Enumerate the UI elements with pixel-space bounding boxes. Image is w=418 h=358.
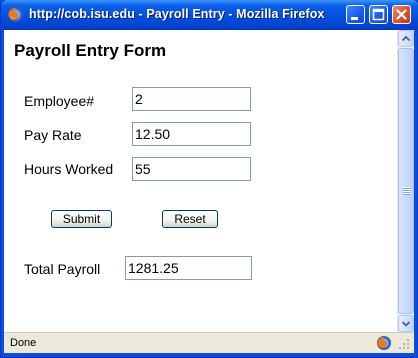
total-payroll-label: Total Payroll xyxy=(24,261,101,277)
firefox-status-icon xyxy=(376,335,392,351)
window-title: http://cob.isu.edu - Payroll Entry - Moz… xyxy=(29,7,325,21)
employee-label: Employee# xyxy=(24,93,95,109)
close-button[interactable] xyxy=(392,5,411,24)
status-text: Done xyxy=(10,337,37,349)
scroll-thumb[interactable] xyxy=(398,48,414,314)
submit-button[interactable]: Submit xyxy=(51,210,112,228)
browser-window: http://cob.isu.edu - Payroll Entry - Moz… xyxy=(0,0,418,358)
payrate-label: Pay Rate xyxy=(24,127,82,143)
title-bar[interactable]: http://cob.isu.edu - Payroll Entry - Moz… xyxy=(1,0,418,30)
reset-button[interactable]: Reset xyxy=(162,210,218,228)
minimize-button[interactable] xyxy=(346,5,365,24)
vertical-scrollbar[interactable] xyxy=(397,30,414,332)
grip-icon xyxy=(403,187,410,195)
chevron-down-icon xyxy=(401,321,411,327)
firefox-icon xyxy=(8,7,23,22)
status-bar: Done xyxy=(4,332,414,353)
resize-grip-icon[interactable] xyxy=(398,338,410,350)
maximize-button[interactable] xyxy=(369,5,388,24)
total-payroll-field[interactable]: 1281.25 xyxy=(125,256,252,280)
hours-worked-label: Hours Worked xyxy=(24,161,114,177)
scroll-up-button[interactable] xyxy=(398,30,414,47)
close-icon xyxy=(396,9,407,20)
hours-worked-field[interactable]: 55 xyxy=(132,157,251,181)
page-content: Payroll Entry Form Employee# 2 Pay Rate … xyxy=(4,30,397,332)
maximize-icon xyxy=(372,8,385,21)
scroll-down-button[interactable] xyxy=(398,315,414,332)
form-heading: Payroll Entry Form xyxy=(14,41,167,60)
payrate-field[interactable]: 12.50 xyxy=(132,122,251,146)
minimize-icon xyxy=(351,17,358,20)
employee-field[interactable]: 2 xyxy=(132,87,251,111)
chevron-up-icon xyxy=(401,35,411,42)
